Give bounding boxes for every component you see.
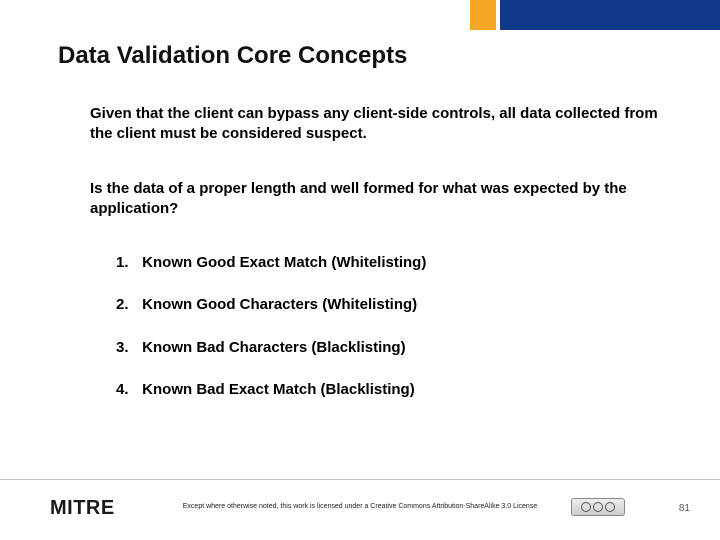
intro-paragraph-2: Is the data of a proper length and well … xyxy=(90,179,660,220)
footer-divider xyxy=(0,479,720,480)
list-number: 1. xyxy=(116,253,138,273)
list-number: 4. xyxy=(116,380,138,400)
cc-circle-icon xyxy=(605,502,615,512)
cc-circle-icon xyxy=(593,502,603,512)
list-text: Known Good Characters (Whitelisting) xyxy=(142,296,417,313)
intro-paragraph-1: Given that the client can bypass any cli… xyxy=(90,104,660,145)
cc-badge-icon xyxy=(571,498,625,516)
list-text: Known Bad Exact Match (Blacklisting) xyxy=(142,381,415,398)
list-item: 3. Known Bad Characters (Blacklisting) xyxy=(116,338,660,358)
list-text: Known Good Exact Match (Whitelisting) xyxy=(142,254,426,271)
list-number: 3. xyxy=(116,338,138,358)
slide: Data Validation Core Concepts Given that… xyxy=(0,0,720,540)
cc-circle-icon xyxy=(581,502,591,512)
slide-body: Given that the client can bypass any cli… xyxy=(90,104,660,422)
list-text: Known Bad Characters (Blacklisting) xyxy=(142,339,405,356)
ordered-list: 1. Known Good Exact Match (Whitelisting)… xyxy=(116,253,660,400)
list-item: 2. Known Good Characters (Whitelisting) xyxy=(116,295,660,315)
page-number: 81 xyxy=(679,503,690,514)
slide-title: Data Validation Core Concepts xyxy=(58,42,407,70)
list-item: 4. Known Bad Exact Match (Blacklisting) xyxy=(116,380,660,400)
list-number: 2. xyxy=(116,295,138,315)
list-item: 1. Known Good Exact Match (Whitelisting) xyxy=(116,253,660,273)
header-accent-bar xyxy=(500,0,720,30)
